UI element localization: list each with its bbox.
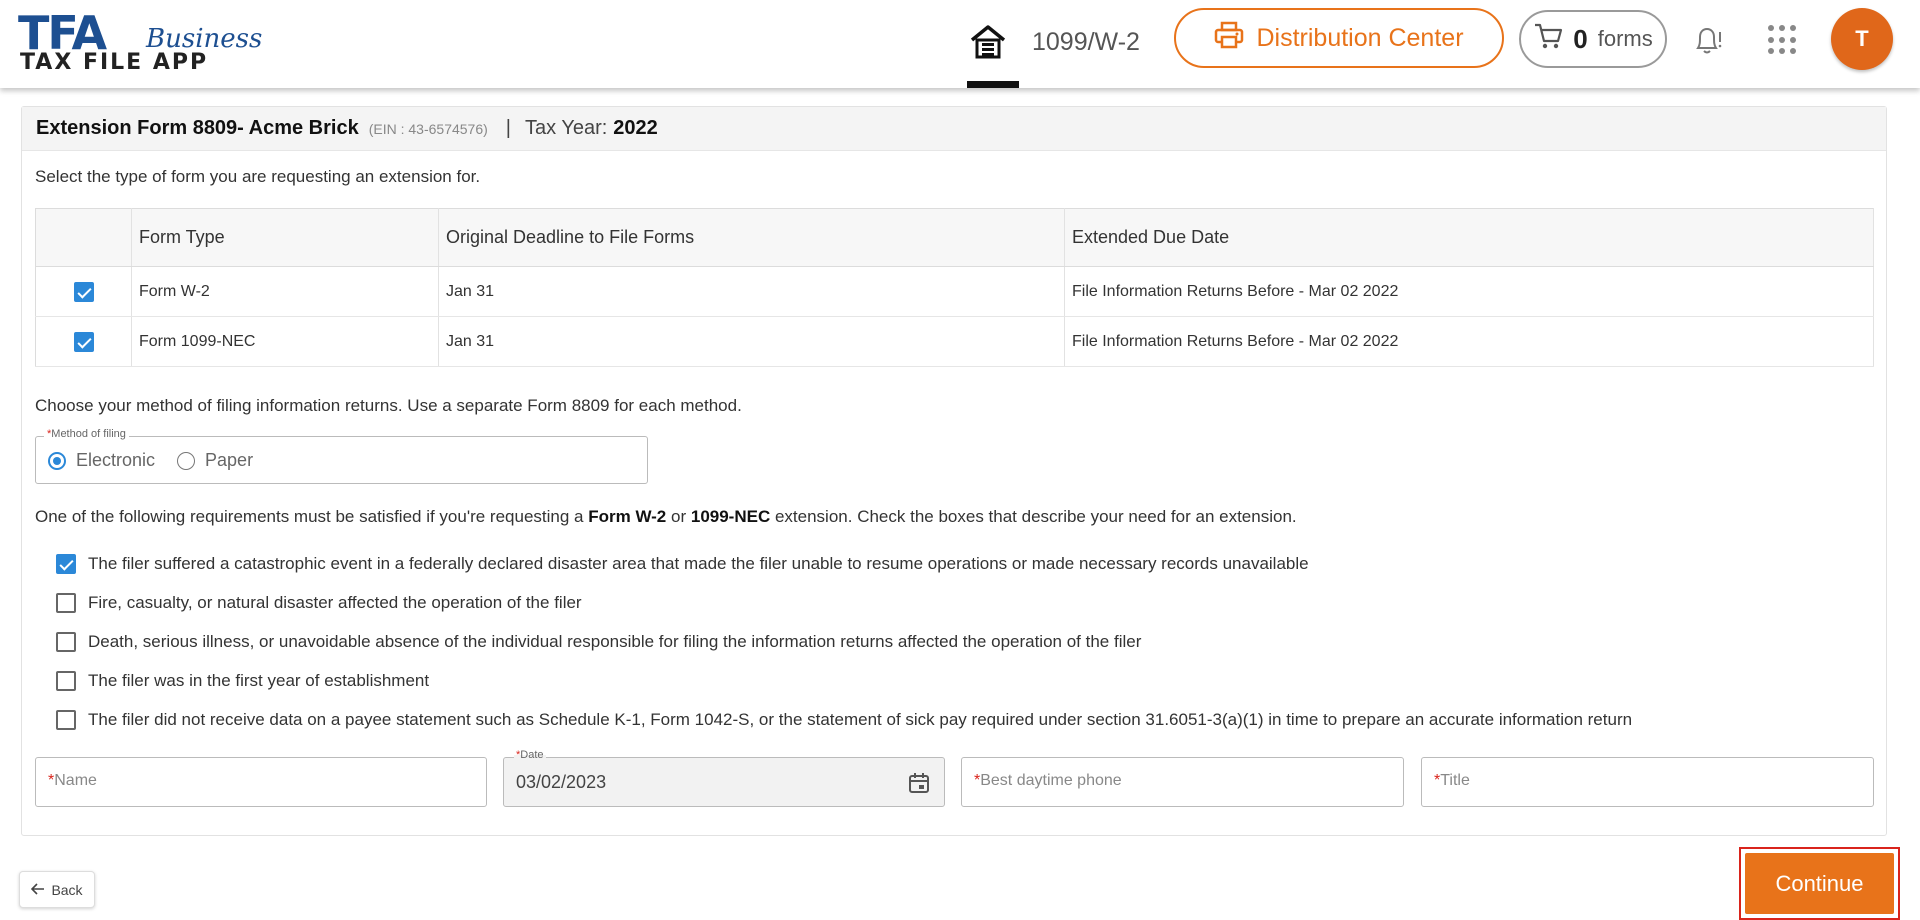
form-type-cell: Form 1099-NEC xyxy=(131,316,439,367)
form-1099-nec-checkbox[interactable] xyxy=(73,331,94,352)
title-field[interactable]: *Title xyxy=(1421,757,1874,807)
name-field[interactable]: *Name xyxy=(35,757,487,807)
extended-date-cell: File Information Returns Before - Mar 02… xyxy=(1064,266,1874,317)
reason-payee-statement-checkbox[interactable] xyxy=(56,709,76,730)
reason-label: Death, serious illness, or unavoidable a… xyxy=(88,631,1142,651)
paper-radio-label[interactable]: Paper xyxy=(205,450,253,471)
printer-icon xyxy=(1214,21,1244,56)
signer-fields-row: *Name *Date 03/02/2023 *Best daytime pho… xyxy=(35,749,1874,807)
arrow-left-icon xyxy=(31,882,45,898)
column-header-select xyxy=(35,208,132,267)
nav-1099-w2[interactable]: 1099/W-2 xyxy=(1032,28,1140,57)
back-button[interactable]: Back xyxy=(19,871,95,908)
user-avatar[interactable]: T xyxy=(1831,8,1893,70)
notification-bell-icon[interactable] xyxy=(1690,22,1726,58)
electronic-radio[interactable] xyxy=(48,451,66,470)
column-header-extended-due-date: Extended Due Date xyxy=(1064,208,1874,267)
cart-button[interactable]: 0 forms xyxy=(1519,10,1667,68)
extended-date-cell: File Information Returns Before - Mar 02… xyxy=(1064,316,1874,367)
reason-catastrophic-event-checkbox[interactable] xyxy=(56,553,76,574)
distribution-center-label: Distribution Center xyxy=(1256,23,1464,52)
table-row: Form W-2 Jan 31 File Information Returns… xyxy=(35,266,1874,317)
row-checkbox-cell xyxy=(35,266,132,317)
ein-label: (EIN : 43-6574576) xyxy=(368,120,488,137)
list-item[interactable]: The filer suffered a catastrophic event … xyxy=(56,544,1632,583)
method-of-filing-group: *Method of filing Electronic Paper xyxy=(35,428,648,484)
extension-form-card: Extension Form 8809- Acme Brick (EIN : 4… xyxy=(21,106,1887,836)
cart-icon xyxy=(1533,22,1563,56)
requirements-instruction: One of the following requirements must b… xyxy=(35,507,1297,526)
list-item[interactable]: The filer was in the first year of estab… xyxy=(56,661,1632,700)
cart-label: forms xyxy=(1597,26,1653,51)
calendar-icon[interactable] xyxy=(908,772,930,794)
list-item[interactable]: Fire, casualty, or natural disaster affe… xyxy=(56,583,1632,622)
list-item[interactable]: Death, serious illness, or unavoidable a… xyxy=(56,622,1632,661)
extension-reasons-list: The filer suffered a catastrophic event … xyxy=(56,544,1632,739)
top-navigation-bar: TFA Business TAX FILE APP 1099/W-2 Distr… xyxy=(0,0,1920,88)
electronic-radio-label[interactable]: Electronic xyxy=(76,450,155,471)
active-tab-indicator xyxy=(967,81,1019,88)
table-row: Form 1099-NEC Jan 31 File Information Re… xyxy=(35,316,1874,367)
phone-placeholder: *Best daytime phone xyxy=(974,772,1122,789)
deadline-cell: Jan 31 xyxy=(438,266,1065,317)
method-of-filing-legend: *Method of filing xyxy=(44,428,129,440)
paper-radio[interactable] xyxy=(177,451,196,470)
reason-label: Fire, casualty, or natural disaster affe… xyxy=(88,592,582,612)
back-button-label: Back xyxy=(51,881,83,898)
form-w2-checkbox[interactable] xyxy=(73,281,94,302)
continue-button[interactable]: Continue xyxy=(1745,853,1894,914)
reason-label: The filer suffered a catastrophic event … xyxy=(88,553,1309,573)
reason-label: The filer was in the first year of estab… xyxy=(88,670,430,690)
home-icon[interactable] xyxy=(968,22,1008,62)
distribution-center-button[interactable]: Distribution Center xyxy=(1174,8,1504,68)
form-type-instruction: Select the type of form you are requesti… xyxy=(35,167,481,186)
form-title: Extension Form 8809- Acme Brick xyxy=(36,117,359,139)
list-item[interactable]: The filer did not receive data on a paye… xyxy=(56,700,1632,739)
column-header-original-deadline: Original Deadline to File Forms xyxy=(438,208,1065,267)
date-value: 03/02/2023 xyxy=(516,772,607,792)
tax-year-label: Tax Year: xyxy=(525,117,608,139)
reason-fire-casualty-checkbox[interactable] xyxy=(56,592,76,613)
method-radio-row: Electronic Paper xyxy=(48,450,275,471)
form-type-cell: Form W-2 xyxy=(131,266,439,317)
row-checkbox-cell xyxy=(35,316,132,367)
tax-year-value: 2022 xyxy=(613,117,658,139)
title-placeholder: *Title xyxy=(1434,772,1470,789)
cart-count: 0 xyxy=(1573,23,1588,54)
date-field[interactable]: *Date 03/02/2023 xyxy=(503,749,945,807)
logo-subtitle: TAX FILE APP xyxy=(20,50,209,75)
name-placeholder: *Name xyxy=(48,772,97,789)
form-type-table: Form Type Original Deadline to File Form… xyxy=(35,208,1874,367)
table-header-row: Form Type Original Deadline to File Form… xyxy=(35,208,1874,267)
reason-label: The filer did not receive data on a paye… xyxy=(88,709,1633,729)
reason-death-illness-checkbox[interactable] xyxy=(56,631,76,652)
column-header-form-type: Form Type xyxy=(131,208,439,267)
header-separator: | xyxy=(505,117,511,139)
reason-first-year-checkbox[interactable] xyxy=(56,670,76,691)
date-label: *Date xyxy=(514,749,546,761)
deadline-cell: Jan 31 xyxy=(438,316,1065,367)
phone-field[interactable]: *Best daytime phone xyxy=(961,757,1404,807)
tax-file-app-logo[interactable]: TFA Business TAX FILE APP xyxy=(18,8,268,76)
form-header: Extension Form 8809- Acme Brick (EIN : 4… xyxy=(22,107,1886,151)
apps-grid-icon[interactable] xyxy=(1768,25,1798,55)
filing-method-instruction: Choose your method of filing information… xyxy=(35,396,742,415)
